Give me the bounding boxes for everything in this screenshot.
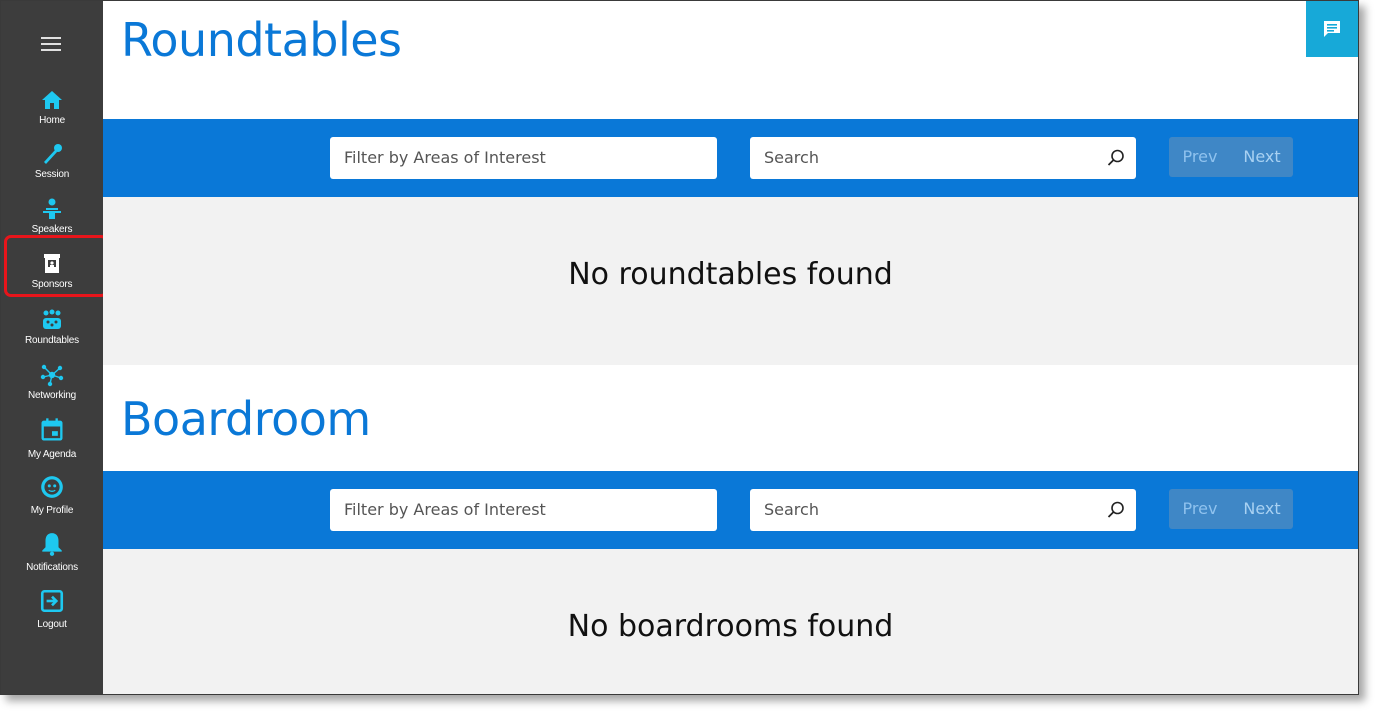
roundtables-filter-input[interactable]: Filter by Areas of Interest	[330, 137, 717, 179]
sidebar-item-label: Roundtables	[25, 335, 79, 346]
sidebar-item-label: Session	[34, 169, 70, 180]
sidebar-item-logout[interactable]: Logout	[1, 588, 103, 630]
sponsors-highlight-box	[4, 235, 108, 297]
sidebar-item-label: Networking	[27, 390, 77, 401]
microphone-icon	[40, 142, 64, 166]
sidebar: Home Session Speakers Sponsors Roundtabl	[1, 1, 103, 694]
sidebar-item-notifications[interactable]: Notifications	[1, 531, 103, 573]
sidebar-item-label: Speakers	[31, 224, 73, 235]
sidebar-item-networking[interactable]: Networking	[1, 363, 103, 401]
boardroom-empty-state: No boardrooms found	[103, 549, 1358, 694]
roundtables-empty-state: No roundtables found	[103, 197, 1358, 365]
search-icon[interactable]	[1106, 500, 1126, 520]
boardroom-filter-input[interactable]: Filter by Areas of Interest	[330, 489, 717, 531]
sidebar-item-label: Logout	[37, 619, 67, 630]
boardroom-search-input[interactable]: Search	[750, 489, 1136, 531]
roundtables-pager: Prev Next	[1169, 137, 1293, 177]
search-placeholder: Search	[764, 148, 819, 167]
chat-icon	[1324, 21, 1340, 37]
roundtables-search-input[interactable]: Search	[750, 137, 1136, 179]
search-placeholder: Search	[764, 500, 819, 519]
sidebar-item-my-agenda[interactable]: My Agenda	[1, 416, 103, 460]
roundtables-toolbar: Filter by Areas of Interest Search Prev …	[103, 119, 1358, 197]
network-icon	[40, 363, 64, 387]
search-icon[interactable]	[1106, 148, 1126, 168]
boardroom-toolbar: Filter by Areas of Interest Search Prev …	[103, 471, 1358, 549]
sidebar-item-my-profile[interactable]: My Profile	[1, 474, 103, 516]
group-icon	[40, 308, 64, 332]
logout-icon	[39, 588, 65, 614]
boardroom-title: Boardroom	[121, 392, 371, 446]
sidebar-item-home[interactable]: Home	[1, 88, 103, 126]
bell-icon	[39, 531, 65, 557]
calendar-icon	[38, 416, 66, 444]
prev-button[interactable]: Prev	[1169, 137, 1231, 177]
sidebar-item-speakers[interactable]: Speakers	[1, 197, 103, 235]
sidebar-item-label: Notifications	[26, 562, 78, 573]
next-button[interactable]: Next	[1231, 137, 1293, 177]
next-button[interactable]: Next	[1231, 489, 1293, 529]
sidebar-item-roundtables[interactable]: Roundtables	[1, 308, 103, 346]
boardroom-pager: Prev Next	[1169, 489, 1293, 529]
roundtables-title: Roundtables	[121, 13, 402, 67]
sidebar-item-label: Home	[39, 115, 65, 126]
hamburger-menu-icon[interactable]	[41, 37, 61, 51]
sidebar-item-label: My Agenda	[27, 449, 77, 460]
app-window: Home Session Speakers Sponsors Roundtabl	[0, 0, 1359, 695]
main-content: Roundtables Filter by Areas of Interest …	[103, 1, 1358, 694]
chat-button[interactable]	[1306, 1, 1358, 57]
speaker-icon	[40, 197, 64, 221]
prev-button[interactable]: Prev	[1169, 489, 1231, 529]
home-icon	[40, 88, 64, 112]
sidebar-item-label: My Profile	[30, 505, 74, 516]
sidebar-item-session[interactable]: Session	[1, 142, 103, 180]
profile-icon	[39, 474, 65, 500]
